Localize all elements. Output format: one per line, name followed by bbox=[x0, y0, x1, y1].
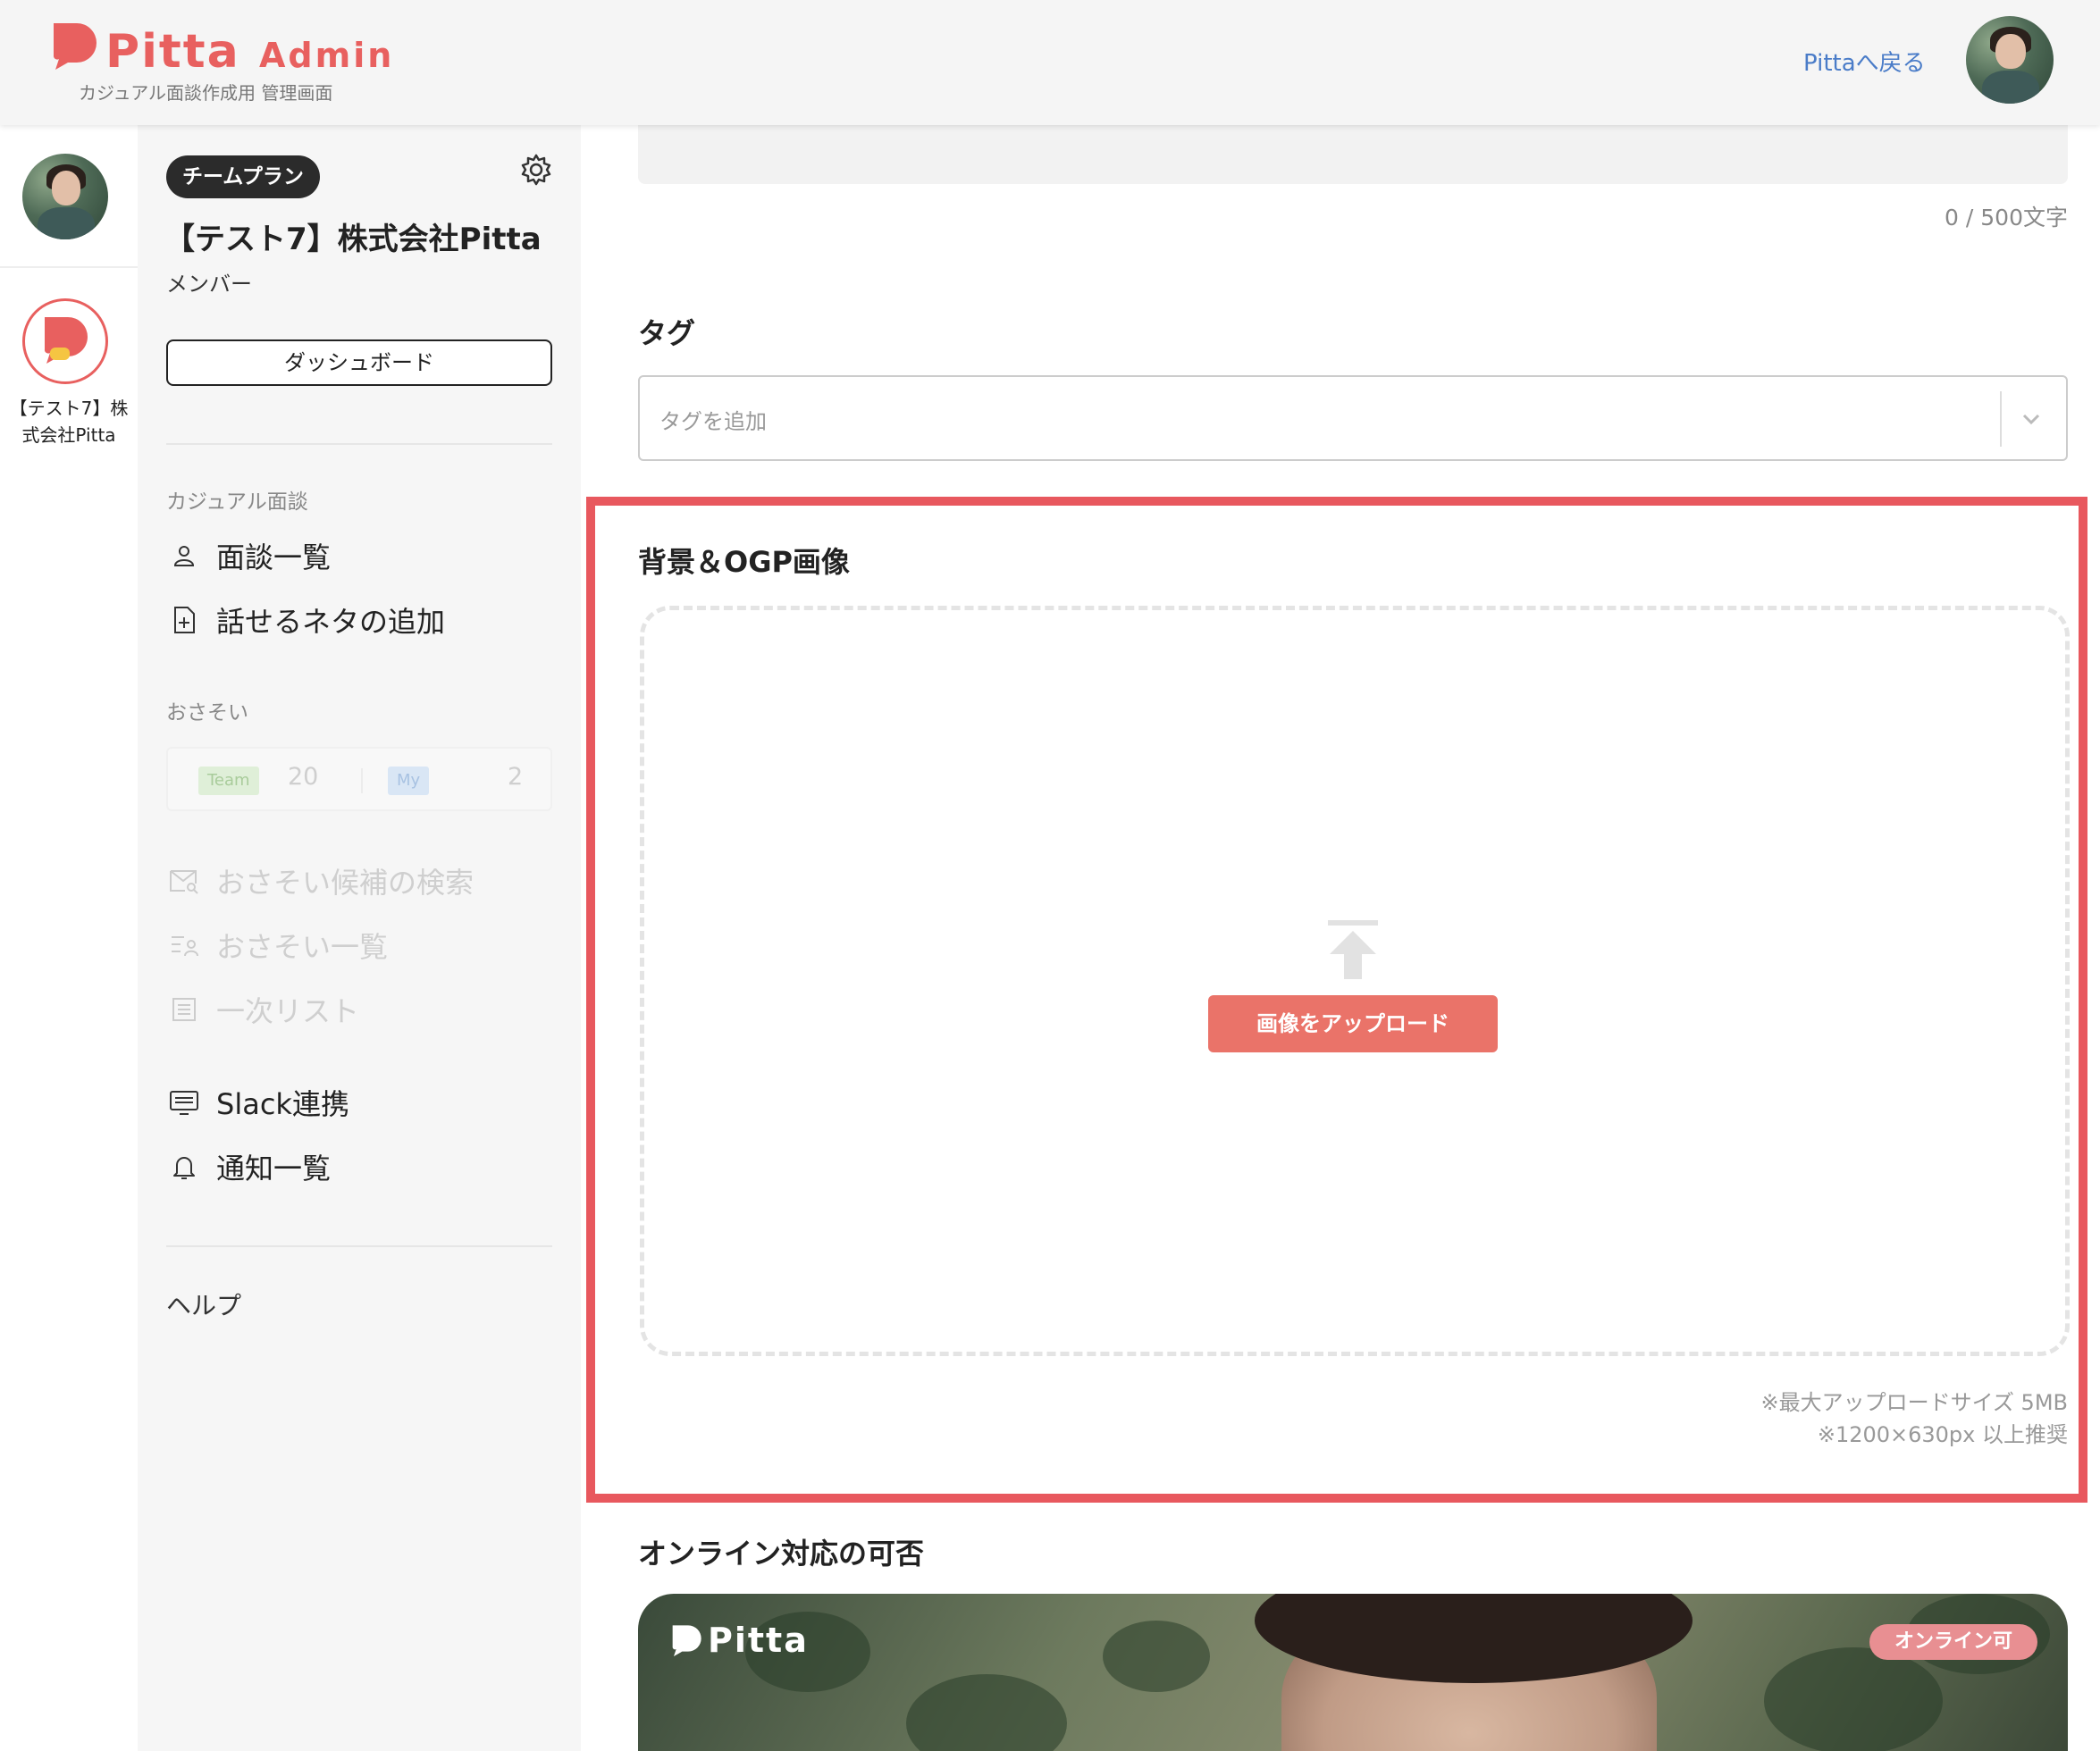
nav-invite-search[interactable]: おさそい候補の検索 bbox=[166, 859, 474, 902]
description-textarea[interactable] bbox=[638, 125, 2068, 184]
user-avatar[interactable] bbox=[1966, 16, 2054, 104]
bell-icon bbox=[166, 1149, 202, 1185]
nav-label: 一次リスト bbox=[216, 994, 360, 1028]
pitta-logo-icon bbox=[53, 23, 97, 70]
upload-icon bbox=[1328, 920, 1378, 979]
pitta-org-logo-icon bbox=[44, 317, 88, 364]
online-preview-card: Pitta オンライン可 bbox=[638, 1594, 2068, 1751]
sidebar-divider bbox=[166, 443, 552, 445]
char-count: 0 / 500文字 bbox=[1945, 205, 2068, 230]
nav-slack[interactable]: Slack連携 bbox=[166, 1081, 349, 1124]
logo-text: Pitta bbox=[105, 25, 240, 79]
tag-select[interactable]: タグを追加 bbox=[638, 375, 2068, 461]
help-link[interactable]: ヘルプ bbox=[166, 1286, 241, 1322]
chevron-down-icon[interactable] bbox=[2016, 404, 2046, 434]
person-icon bbox=[166, 538, 202, 574]
tag-placeholder: タグを追加 bbox=[659, 409, 767, 434]
pitta-logo-icon bbox=[672, 1625, 701, 1656]
online-title: オンライン対応の可否 bbox=[638, 1537, 925, 1571]
my-count: 2 bbox=[508, 763, 524, 791]
nav-label: 面談一覧 bbox=[216, 540, 332, 574]
main-content: 0 / 500文字 タグ タグを追加 背景＆OGP画像 画像をアップロード ※最… bbox=[581, 125, 2100, 1751]
nav-notifications[interactable]: 通知一覧 bbox=[166, 1145, 331, 1188]
upload-image-button[interactable]: 画像をアップロード bbox=[1208, 995, 1498, 1052]
doc-plus-icon bbox=[166, 602, 202, 638]
team-tag: Team bbox=[198, 767, 259, 795]
list-person-icon bbox=[166, 927, 202, 963]
invite-counter: Team 20 My 2 bbox=[166, 747, 552, 811]
rail-user-avatar[interactable] bbox=[22, 154, 108, 239]
plan-badge: チームプラン bbox=[166, 155, 320, 198]
gear-icon[interactable] bbox=[518, 152, 554, 188]
logo-admin: Admin bbox=[259, 36, 395, 75]
nav-label: おさそい一覧 bbox=[216, 930, 389, 964]
nav-label: おさそい候補の検索 bbox=[216, 866, 475, 900]
card-logo-text: Pitta bbox=[708, 1621, 809, 1660]
logo-subtitle: カジュアル面談作成用 管理画面 bbox=[79, 82, 333, 104]
note-max-size: ※最大アップロードサイズ 5MB bbox=[1760, 1390, 2068, 1415]
card-logo: Pitta bbox=[670, 1621, 809, 1660]
note-dimensions: ※1200×630px 以上推奨 bbox=[1817, 1422, 2068, 1447]
tag-title: タグ bbox=[638, 316, 696, 350]
section-invite-label: おさそい bbox=[166, 701, 248, 725]
my-tag: My bbox=[388, 767, 430, 795]
dashboard-button[interactable]: ダッシュボード bbox=[166, 339, 552, 386]
image-title: 背景＆OGP画像 bbox=[638, 545, 850, 579]
rail-divider bbox=[0, 266, 138, 268]
org-rail: 【テスト7】株式会社Pitta bbox=[0, 125, 138, 1751]
list-icon bbox=[166, 992, 202, 1027]
back-to-pitta-link[interactable]: Pittaへ戻る bbox=[1803, 45, 1926, 78]
nav-first-list[interactable]: 一次リスト bbox=[166, 988, 359, 1031]
nav-label: 話せるネタの追加 bbox=[216, 605, 446, 639]
nav-label: 通知一覧 bbox=[216, 1152, 332, 1185]
org-name: 【テスト7】株式会社Pitta bbox=[164, 222, 542, 257]
header: Pitta Admin カジュアル面談作成用 管理画面 Pittaへ戻る bbox=[0, 0, 2100, 125]
section-casual-label: カジュアル面談 bbox=[166, 490, 308, 514]
nav-interview-list[interactable]: 面談一覧 bbox=[166, 534, 331, 577]
member-role: メンバー bbox=[166, 272, 252, 297]
online-badge: オンライン可 bbox=[1869, 1624, 2037, 1660]
rail-org-label: 【テスト7】株式会社Pitta bbox=[9, 398, 129, 446]
monitor-icon bbox=[166, 1085, 202, 1120]
sidebar: チームプラン 【テスト7】株式会社Pitta メンバー ダッシュボード カジュア… bbox=[138, 125, 581, 1751]
team-count: 20 bbox=[288, 763, 319, 791]
nav-label: Slack連携 bbox=[216, 1087, 349, 1121]
nav-invite-list[interactable]: おさそい一覧 bbox=[166, 924, 388, 967]
sidebar-divider bbox=[166, 1245, 552, 1247]
nav-add-topic[interactable]: 話せるネタの追加 bbox=[166, 599, 445, 641]
image-dropzone[interactable] bbox=[640, 606, 2070, 1356]
org-switch-icon[interactable] bbox=[22, 298, 108, 384]
mail-search-icon bbox=[166, 863, 202, 899]
